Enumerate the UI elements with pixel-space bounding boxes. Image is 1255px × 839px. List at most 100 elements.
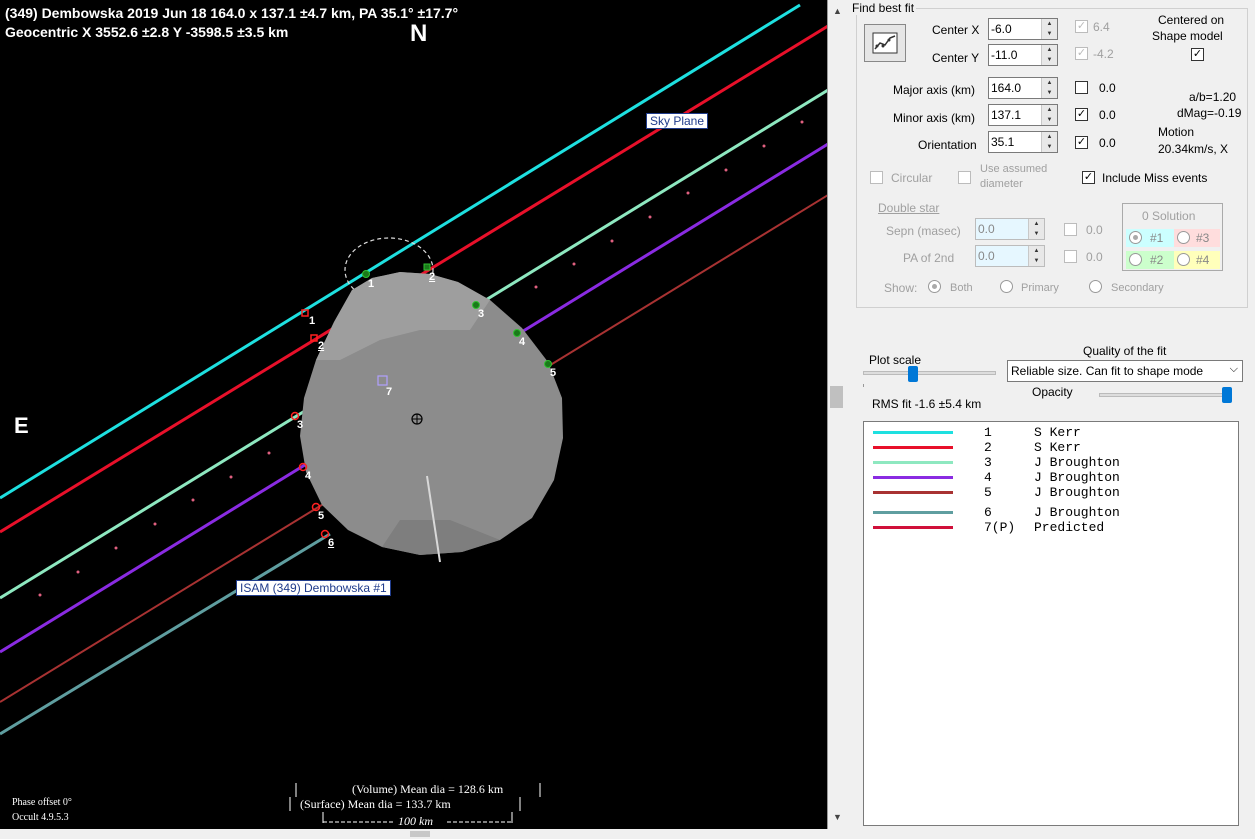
spinner-arrows-icon[interactable]: ▲ ▼	[1041, 45, 1057, 65]
opacity-label: Opacity	[1032, 385, 1073, 399]
minor-axis-spinner[interactable]: ▲▼	[988, 104, 1058, 126]
spinner-arrows-icon[interactable]: ▲ ▼	[1028, 246, 1044, 266]
plot-scale-label: Plot scale	[869, 353, 922, 367]
legend-row[interactable]: 2 S Kerr	[864, 440, 1240, 455]
spinner-arrows-icon[interactable]: ▲ ▼	[1041, 19, 1057, 39]
quality-dropdown[interactable]: Reliable size. Can fit to shape mode ⌵	[1007, 360, 1243, 382]
solution-4-radio[interactable]	[1177, 253, 1190, 266]
minor-axis-checkbox[interactable]: ✓	[1075, 108, 1088, 121]
major-axis-spinner[interactable]: ▲▼	[988, 77, 1058, 99]
occultation-plot[interactable]: (349) Dembowska 2019 Jun 18 164.0 x 137.…	[0, 0, 828, 829]
chord-number-left: 3	[297, 419, 304, 431]
solution-1-label: #1	[1150, 231, 1164, 245]
pa2-check-value: 0.0	[1086, 250, 1103, 264]
spinner-arrows-icon[interactable]: ▲ ▼	[1041, 132, 1057, 152]
motion-label: Motion	[1158, 125, 1195, 139]
solution-2-radio[interactable]	[1129, 253, 1142, 266]
chevron-down-icon: ⌵	[1229, 363, 1238, 375]
plot-scale-slider[interactable]	[863, 371, 996, 375]
legend-row[interactable]: 6 J Broughton	[864, 505, 1240, 520]
solution-3-option[interactable]: #3	[1174, 229, 1220, 247]
opacity-slider[interactable]	[1099, 393, 1231, 397]
legend-number: 7(P)	[984, 520, 1016, 535]
centered-on-shape-checkbox[interactable]: ✓	[1191, 48, 1204, 61]
solution-2-option[interactable]: #2	[1126, 251, 1174, 269]
show-secondary-radio[interactable]	[1089, 280, 1102, 293]
legend-swatch	[873, 526, 953, 529]
major-axis-check-value: 0.0	[1099, 81, 1116, 95]
east-label: E	[14, 413, 29, 438]
minor-axis-label: Minor axis (km)	[893, 111, 976, 125]
horizontal-scrollbar[interactable]	[0, 829, 846, 839]
chord-number-left: 4	[305, 470, 312, 482]
scroll-up-icon[interactable]: ▲	[833, 6, 842, 16]
scrollbar-thumb[interactable]	[830, 386, 843, 408]
fit-chart-icon	[872, 32, 898, 54]
dmag-value: dMag=-0.19	[1177, 106, 1242, 120]
chord-number-right: 4	[519, 336, 526, 348]
orientation-spinner[interactable]: ▲▼	[988, 131, 1058, 153]
legend-observer: J Broughton	[1034, 485, 1120, 500]
major-axis-label: Major axis (km)	[893, 83, 976, 97]
legend-row[interactable]: 7(P) Predicted	[864, 520, 1240, 535]
legend-swatch	[873, 476, 953, 479]
include-miss-label: Include Miss events	[1102, 171, 1208, 185]
show-label: Show:	[884, 281, 918, 295]
sepn-check-value: 0.0	[1086, 223, 1103, 237]
legend-observer: J Broughton	[1034, 470, 1120, 485]
center-y-checkbox[interactable]: ✓	[1075, 47, 1088, 60]
sky-plane-label: Sky Plane	[646, 113, 709, 129]
legend-number: 5	[984, 485, 992, 500]
pa2-spinner[interactable]: ▲▼	[975, 245, 1045, 267]
center-x-checkbox[interactable]: ✓	[1075, 20, 1088, 33]
use-assumed-checkbox[interactable]	[958, 171, 971, 184]
show-primary-radio[interactable]	[1000, 280, 1013, 293]
opacity-thumb[interactable]	[1222, 387, 1232, 403]
solution-1-radio[interactable]	[1129, 231, 1142, 244]
center-y-label: Center Y	[932, 51, 980, 65]
legend-number: 2	[984, 440, 992, 455]
show-primary-label: Primary	[1021, 282, 1059, 294]
chord-legend-list[interactable]: 1 S Kerr 2 S Kerr 3 J Broughton 4 J Broughto…	[863, 421, 1239, 826]
show-both-radio[interactable]	[928, 280, 941, 293]
spinner-arrows-icon[interactable]: ▲ ▼	[1028, 219, 1044, 239]
quality-label: Quality of the fit	[1083, 344, 1167, 358]
center-y-spinner[interactable]: ▲▼	[988, 44, 1058, 66]
center-y-check-value: -4.2	[1093, 47, 1114, 61]
legend-swatch	[873, 461, 953, 464]
chord-number-left: 2	[318, 340, 325, 352]
pa2-checkbox[interactable]	[1064, 250, 1077, 263]
scroll-down-icon[interactable]: ▼	[833, 812, 842, 822]
major-axis-checkbox[interactable]	[1075, 81, 1088, 94]
solution-3-radio[interactable]	[1177, 231, 1190, 244]
legend-swatch	[873, 511, 953, 514]
plot-scale-thumb[interactable]	[908, 366, 918, 382]
legend-row[interactable]: 3 J Broughton	[864, 455, 1240, 470]
sepn-checkbox[interactable]	[1064, 223, 1077, 236]
chord-number-left: 6	[328, 537, 335, 549]
legend-observer: J Broughton	[1034, 455, 1120, 470]
sepn-spinner[interactable]: ▲▼	[975, 218, 1045, 240]
legend-row[interactable]: 4 J Broughton	[864, 470, 1240, 485]
legend-swatch	[873, 446, 953, 449]
solution-1-option[interactable]: #1	[1126, 229, 1174, 247]
vertical-scrollbar[interactable]: ▲ ▼	[828, 0, 846, 829]
legend-row[interactable]: 5 J Broughton	[864, 485, 1240, 500]
legend-row[interactable]: 1 S Kerr	[864, 425, 1240, 440]
legend-observer: J Broughton	[1034, 505, 1120, 520]
orientation-checkbox[interactable]: ✓	[1075, 136, 1088, 149]
diameter-label: diameter	[980, 178, 1023, 190]
h-scrollbar-thumb[interactable]	[410, 831, 430, 837]
center-x-spinner[interactable]: ▲▼	[988, 18, 1058, 40]
solution-4-option[interactable]: #4	[1174, 251, 1220, 269]
find-best-fit-button[interactable]	[864, 24, 906, 62]
chord-number-left: 5	[318, 510, 325, 522]
spinner-arrows-icon[interactable]: ▲ ▼	[1041, 105, 1057, 125]
spinner-arrows-icon[interactable]: ▲ ▼	[1041, 78, 1057, 98]
legend-number: 3	[984, 455, 992, 470]
show-both-label: Both	[950, 282, 973, 294]
scale-bar-label: 100 km	[398, 814, 433, 828]
use-assumed-label: Use assumed	[980, 163, 1048, 175]
include-miss-checkbox[interactable]: ✓	[1082, 171, 1095, 184]
circular-checkbox[interactable]	[870, 171, 883, 184]
